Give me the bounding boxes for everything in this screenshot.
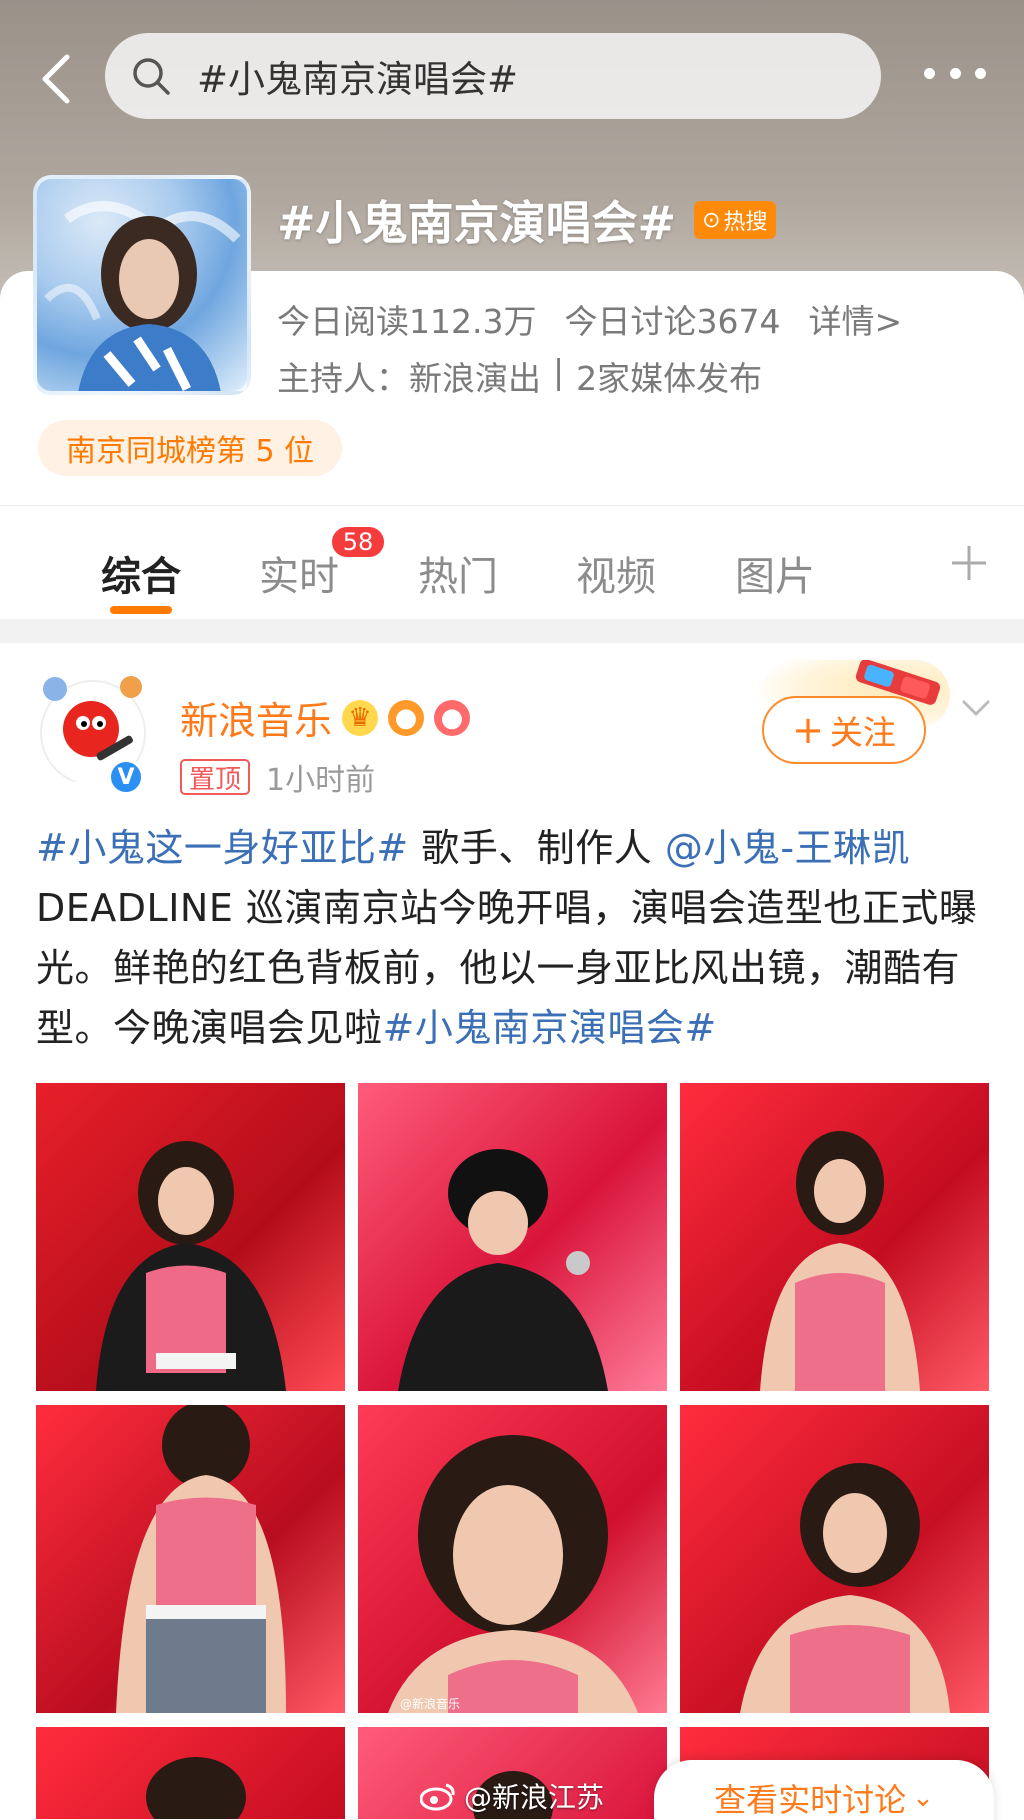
separator: |: [553, 352, 565, 391]
post-image[interactable]: [36, 1727, 345, 1819]
add-tab-icon[interactable]: [948, 542, 990, 584]
discuss-count: 今日讨论3674: [564, 302, 781, 341]
media-count[interactable]: 2家媒体发布: [576, 352, 762, 400]
host-label[interactable]: 主持人：新浪演出: [277, 352, 541, 400]
post-image[interactable]: [36, 1405, 345, 1713]
topic-stats: 今日阅读112.3万 今日讨论3674 详情>: [277, 295, 902, 343]
hashtag-link[interactable]: #小鬼南京演唱会#: [383, 1006, 717, 1050]
author-row: 新浪音乐 ♛ ● ●: [180, 690, 471, 745]
post-meta: 置顶 1小时前: [180, 755, 375, 799]
search-icon: [133, 58, 170, 95]
post-body: #小鬼这一身好亚比# 歌手、制作人 @小鬼-王琳凯 DEADLINE 巡演南京站…: [36, 818, 996, 1058]
chevron-down-icon[interactable]: [958, 690, 994, 726]
post-image[interactable]: [36, 1083, 345, 1391]
hot-search-badge[interactable]: ⊙ 热搜: [694, 201, 776, 239]
active-tab-indicator: [110, 606, 172, 614]
back-button[interactable]: [28, 44, 84, 114]
image-watermark: @新浪音乐: [400, 1697, 461, 1711]
verified-badge: V: [108, 759, 144, 795]
topic-title-row: #小鬼南京演唱会# ⊙ 热搜: [277, 190, 776, 250]
read-count: 今日阅读112.3万: [277, 302, 537, 341]
post-image[interactable]: [680, 1083, 989, 1391]
realtime-count-badge: 58: [330, 525, 386, 559]
search-bar[interactable]: #小鬼南京演唱会#: [105, 33, 881, 119]
source-watermark: @新浪江苏: [420, 1776, 604, 1816]
tab-comprehensive[interactable]: 综合: [101, 544, 181, 602]
koi-badge-icon: ●: [434, 699, 471, 736]
fire-icon: ⊙: [702, 207, 721, 233]
chevron-left-icon: [42, 54, 70, 104]
more-options-icon[interactable]: [924, 66, 986, 80]
post-image[interactable]: @新浪音乐: [358, 1405, 667, 1713]
city-rank-pill[interactable]: 南京同城榜第 5 位: [38, 420, 343, 476]
search-input[interactable]: #小鬼南京演唱会#: [197, 49, 518, 103]
tab-video[interactable]: 视频: [576, 544, 656, 602]
double-chevron-down-icon: ⌄: [912, 1783, 934, 1813]
tab-bar: 综合 实时 热门 视频 图片: [0, 505, 1024, 618]
tab-hot[interactable]: 热门: [418, 544, 498, 602]
section-divider: [0, 619, 1024, 643]
view-live-discussion-button[interactable]: 查看实时讨论 ⌄: [654, 1760, 994, 1820]
host-info: 主持人：新浪演出 | 2家媒体发布: [277, 352, 762, 400]
post-image[interactable]: [358, 1083, 667, 1391]
page-title: #小鬼南京演唱会#: [277, 196, 677, 250]
fish-badge-icon: ●: [388, 699, 425, 736]
author-name[interactable]: 新浪音乐: [180, 690, 332, 745]
weibo-logo-icon: [420, 1783, 455, 1811]
post-time: 1小时前: [266, 763, 376, 798]
crown-icon: ♛: [342, 699, 379, 736]
mention-link[interactable]: @小鬼-王琳凯: [665, 826, 910, 870]
plus-icon: +: [792, 708, 824, 752]
pinned-label: 置顶: [180, 759, 251, 795]
hashtag-link[interactable]: #小鬼这一身好亚比#: [36, 826, 409, 870]
tab-realtime[interactable]: 实时: [259, 544, 339, 602]
portrait-image: [44, 201, 241, 391]
topic-avatar[interactable]: [33, 175, 251, 395]
details-link[interactable]: 详情>: [808, 295, 902, 343]
post-image[interactable]: [680, 1405, 989, 1713]
follow-button[interactable]: + 关注: [762, 696, 926, 764]
tab-images[interactable]: 图片: [735, 544, 815, 602]
post-text-segment: 歌手、制作人: [408, 826, 665, 870]
